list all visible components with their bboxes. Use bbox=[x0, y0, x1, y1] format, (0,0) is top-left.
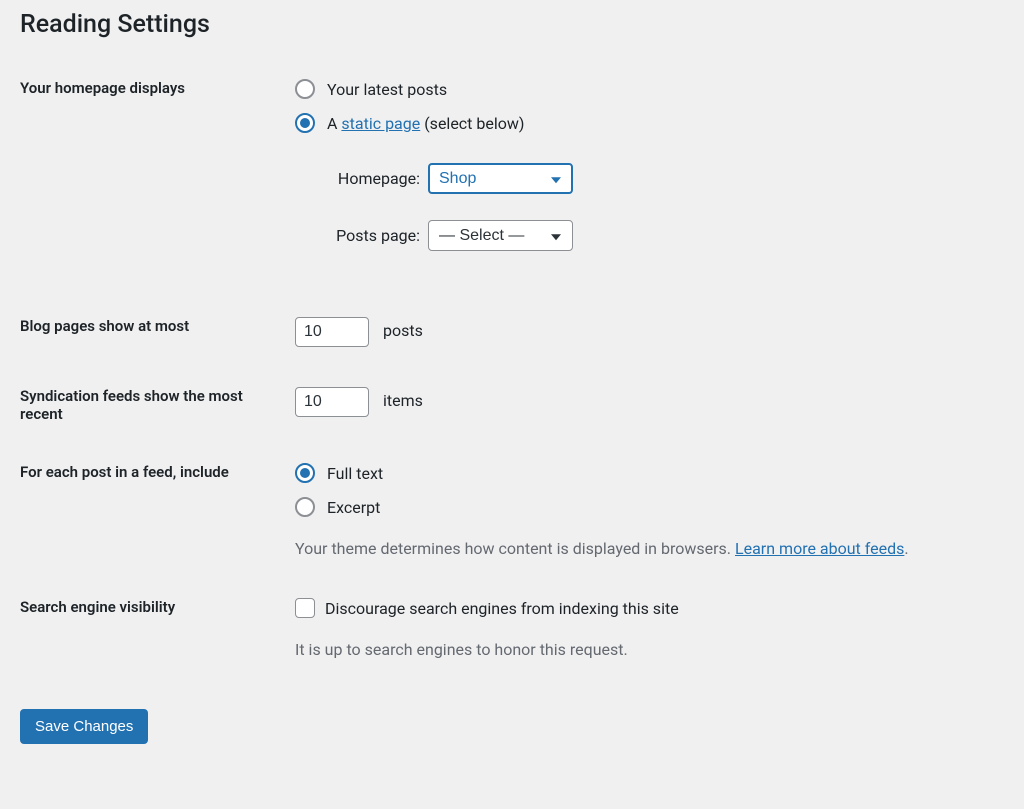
radio-full-text-label: Full text bbox=[327, 464, 383, 483]
radio-excerpt[interactable] bbox=[295, 497, 315, 517]
feed-include-description: Your theme determines how content is dis… bbox=[295, 539, 994, 558]
homepage-select-label: Homepage: bbox=[325, 169, 420, 188]
discourage-search-checkbox[interactable] bbox=[295, 598, 315, 618]
search-visibility-description: It is up to search engines to honor this… bbox=[295, 640, 994, 659]
posts-page-select-label: Posts page: bbox=[325, 226, 420, 245]
radio-full-text[interactable] bbox=[295, 463, 315, 483]
discourage-search-label: Discourage search engines from indexing … bbox=[325, 599, 679, 618]
radio-static-page-label: A static page (select below) bbox=[327, 114, 524, 133]
save-changes-button[interactable]: Save Changes bbox=[20, 709, 148, 744]
learn-more-feeds-link[interactable]: Learn more about feeds bbox=[735, 539, 904, 558]
syndication-label: Syndication feeds show the most recent bbox=[20, 367, 285, 443]
blog-pages-suffix: posts bbox=[383, 321, 423, 340]
feed-include-label: For each post in a feed, include bbox=[20, 443, 285, 578]
page-title: Reading Settings bbox=[20, 10, 1004, 39]
syndication-suffix: items bbox=[383, 391, 423, 410]
settings-form: Your homepage displays Your latest posts… bbox=[20, 79, 1004, 679]
radio-excerpt-label: Excerpt bbox=[327, 498, 380, 517]
static-page-link[interactable]: static page bbox=[341, 114, 420, 133]
homepage-displays-label: Your homepage displays bbox=[20, 79, 285, 297]
syndication-input[interactable] bbox=[295, 387, 369, 417]
blog-pages-label: Blog pages show at most bbox=[20, 297, 285, 367]
posts-page-select[interactable]: — Select — bbox=[428, 220, 573, 251]
search-visibility-label: Search engine visibility bbox=[20, 578, 285, 679]
blog-pages-input[interactable] bbox=[295, 317, 369, 347]
radio-latest-posts-label: Your latest posts bbox=[327, 80, 447, 99]
radio-static-page[interactable] bbox=[295, 113, 315, 133]
homepage-select[interactable]: Shop bbox=[428, 163, 573, 194]
radio-latest-posts[interactable] bbox=[295, 79, 315, 99]
